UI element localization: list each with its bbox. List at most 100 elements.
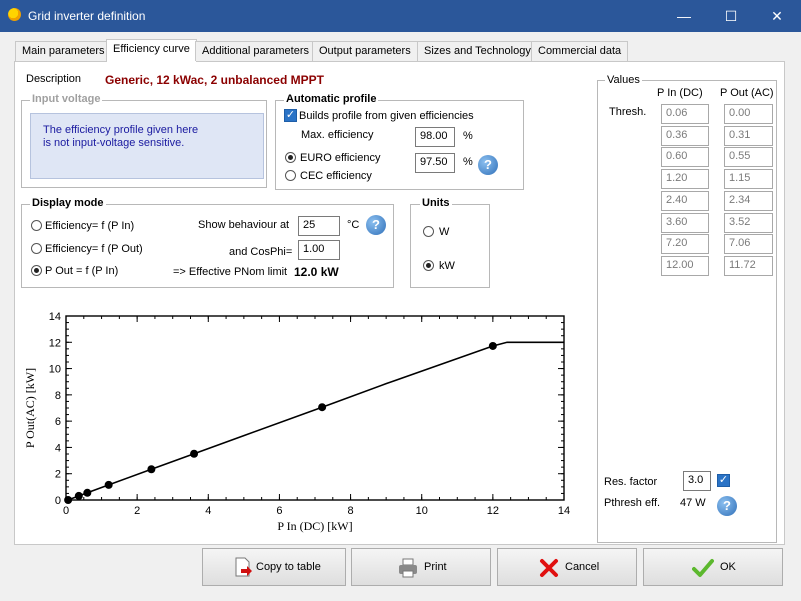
cosphi-input[interactable]: 1.00 (298, 240, 340, 260)
max-efficiency-label: Max. efficiency (301, 129, 374, 141)
units-title: Units (420, 197, 452, 209)
tab-efficiency-curve[interactable]: Efficiency curve (106, 39, 197, 62)
copy-icon (235, 557, 252, 577)
close-button[interactable]: ✕ (754, 0, 800, 32)
pnom-limit-value: 12.0 kW (294, 265, 339, 279)
pout-value-cell: 0.00 (724, 104, 773, 124)
pnom-limit-label: => Effective PNom limit (173, 266, 288, 278)
x-tick-label: 8 (348, 505, 354, 517)
pout-value-cell: 2.34 (724, 190, 773, 211)
x-tick-label: 10 (416, 505, 428, 517)
copy-to-table-label: Copy to table (256, 561, 321, 573)
x-tick-label: 4 (205, 505, 211, 517)
cosphi-label: and CosPhi= (229, 246, 293, 258)
print-label: Print (424, 561, 447, 573)
builds-profile-label: Builds profile from given efficiencies (299, 110, 474, 122)
cancel-label: Cancel (565, 561, 600, 573)
help-icon[interactable]: ? (366, 215, 386, 235)
pin-value-cell: 0.36 (661, 125, 709, 146)
res-factor-label: Res. factor (604, 476, 658, 488)
col-pin-header: P In (DC) (657, 87, 703, 99)
temperature-unit: °C (347, 219, 360, 231)
show-behaviour-label: Show behaviour at (198, 219, 290, 231)
y-tick-label: 12 (49, 337, 61, 349)
window-title: Grid inverter definition (28, 9, 146, 23)
res-factor-checkbox[interactable]: ✓ (717, 474, 730, 487)
cec-efficiency-radio[interactable] (285, 170, 296, 181)
unit-w-label: W (439, 226, 450, 238)
data-point (64, 496, 73, 504)
input-voltage-title: Input voltage (30, 93, 103, 105)
copy-to-table-button[interactable]: Copy to table (202, 548, 346, 586)
tab-main-parameters[interactable]: Main parameters (15, 41, 112, 61)
pout-value-cell: 7.06 (724, 234, 773, 255)
tab-commercial-data[interactable]: Commercial data (531, 41, 629, 61)
message-line-1: The efficiency profile given here (43, 124, 199, 136)
maximize-button[interactable]: ☐ (708, 0, 754, 32)
pout-value-cell: 0.31 (724, 125, 773, 146)
unit-kw-radio[interactable] (423, 260, 434, 271)
mode-eff-pin-radio[interactable] (31, 220, 42, 231)
checkmark-icon (692, 559, 714, 577)
max-efficiency-pct: % (463, 130, 473, 142)
pout-value-cell: 3.52 (724, 212, 773, 233)
cross-icon (540, 559, 558, 577)
cancel-button[interactable]: Cancel (497, 548, 637, 586)
description-label: Description (26, 73, 82, 85)
thresh-label: Thresh. (609, 106, 647, 118)
pin-value-cell: 0.06 (661, 104, 709, 124)
tab-additional-parameters[interactable]: Additional parameters (195, 41, 317, 61)
data-point (147, 465, 156, 474)
mode-eff-pout-label: Efficiency= f (P Out) (45, 243, 143, 255)
help-icon[interactable]: ? (717, 496, 737, 516)
x-tick-label: 12 (487, 505, 499, 517)
minimize-button[interactable]: — (661, 0, 707, 32)
mode-eff-pout-radio[interactable] (31, 243, 42, 254)
mode-eff-pin-label: Efficiency= f (P In) (45, 220, 135, 232)
x-tick-label: 0 (63, 505, 69, 517)
y-tick-label: 6 (55, 416, 61, 428)
print-button[interactable]: Print (351, 548, 491, 586)
pout-value-cell: 11.72 (724, 255, 773, 276)
pin-value-cell: 12.00 (661, 255, 709, 276)
automatic-profile-title: Automatic profile (284, 93, 379, 105)
pin-value-cell: 7.20 (661, 234, 709, 255)
pin-value-cell: 3.60 (661, 212, 709, 233)
max-efficiency-input[interactable]: 98.00 (415, 127, 455, 147)
mode-pout-pin-label: P Out = f (P In) (45, 265, 119, 277)
pout-value-cell: 1.15 (724, 169, 773, 190)
res-factor-input[interactable]: 3.0 (683, 471, 711, 491)
data-point (488, 341, 497, 350)
help-icon[interactable]: ? (478, 155, 498, 175)
pin-value-cell: 2.40 (661, 190, 709, 211)
col-pout-header: P Out (AC) (720, 87, 774, 99)
y-tick-label: 0 (55, 495, 61, 507)
values-title: Values (605, 74, 642, 86)
pthresh-value: 47 W (680, 497, 706, 509)
input-voltage-message: The efficiency profile given here is not… (30, 113, 264, 179)
efficiency-chart: 0 2 4 6 8 10 12 14 0 2 4 6 8 10 12 14 P In (DC) [kW] P … (23, 311, 570, 533)
pin-value-cell: 0.60 (661, 147, 709, 168)
data-point (318, 403, 327, 412)
euro-efficiency-input[interactable]: 97.50 (415, 153, 455, 173)
y-tick-label: 4 (55, 442, 61, 454)
data-point (74, 491, 83, 500)
builds-profile-checkbox[interactable]: ✓ (284, 109, 297, 122)
mode-pout-pin-radio[interactable] (31, 265, 42, 276)
message-line-2: is not input-voltage sensitive. (43, 137, 185, 149)
ok-label: OK (720, 561, 736, 573)
unit-w-radio[interactable] (423, 226, 434, 237)
pin-value-cell: 1.20 (661, 169, 709, 190)
euro-efficiency-pct: % (463, 156, 473, 168)
y-tick-label: 8 (55, 390, 61, 402)
euro-efficiency-radio[interactable] (285, 152, 296, 163)
pout-value-cell: 0.55 (724, 147, 773, 168)
y-tick-label: 10 (49, 364, 61, 376)
unit-kw-label: kW (439, 260, 455, 272)
tab-output-parameters[interactable]: Output parameters (312, 41, 418, 61)
description-value: Generic, 12 kWac, 2 unbalanced MPPT (105, 73, 324, 87)
ok-button[interactable]: OK (643, 548, 783, 586)
cec-efficiency-label: CEC efficiency (300, 170, 372, 182)
temperature-input[interactable]: 25 (298, 216, 340, 236)
tab-sizes-technology[interactable]: Sizes and Technology (417, 41, 538, 61)
